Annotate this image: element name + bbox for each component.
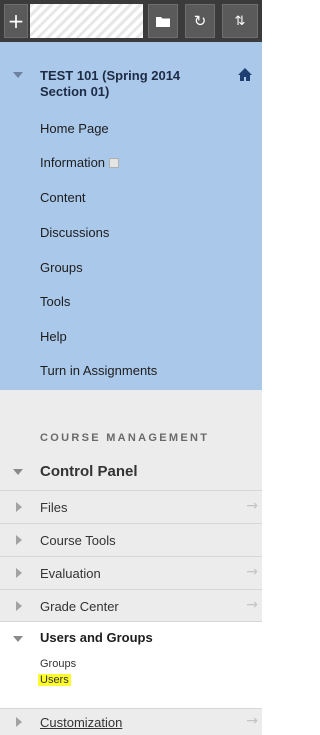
- menu-item-home-page[interactable]: Home Page: [40, 121, 109, 136]
- toolbar-pattern: [30, 4, 143, 38]
- menu-item-information-label: Information: [40, 155, 106, 170]
- home-shape-icon: [238, 68, 252, 81]
- folder-icon: [156, 17, 170, 27]
- control-panel-caret-icon[interactable]: [13, 469, 23, 475]
- collapse-caret-icon[interactable]: [13, 636, 23, 642]
- menu-item-turn-in-assignments[interactable]: Turn in Assignments: [40, 363, 157, 378]
- course-menu-toolbar: + ↻ ⇅: [0, 0, 262, 42]
- expand-caret-icon: [16, 717, 22, 727]
- row-label: Evaluation: [40, 566, 101, 581]
- row-label: Course Tools: [40, 533, 116, 548]
- users-and-groups-title[interactable]: Users and Groups: [40, 630, 153, 645]
- expand-caret-icon: [16, 568, 22, 578]
- row-label: Grade Center: [40, 599, 119, 614]
- arrow-right-icon: →: [246, 713, 258, 729]
- expand-caret-icon: [16, 502, 22, 512]
- home-icon[interactable]: [237, 67, 253, 87]
- refresh-icon: ↻: [193, 12, 207, 30]
- control-panel-title[interactable]: Control Panel: [40, 463, 138, 480]
- expand-caret-icon: [16, 601, 22, 611]
- menu-item-help[interactable]: Help: [40, 329, 67, 344]
- menu-item-tools[interactable]: Tools: [40, 294, 70, 309]
- info-badge-icon: [109, 158, 120, 168]
- refresh-button[interactable]: ↻: [185, 4, 215, 38]
- users-groups-link-groups[interactable]: Groups: [40, 658, 76, 670]
- menu-item-groups[interactable]: Groups: [40, 260, 83, 275]
- add-menu-item-button[interactable]: +: [4, 4, 28, 38]
- menu-item-information[interactable]: Information: [40, 155, 120, 170]
- menu-item-discussions[interactable]: Discussions: [40, 225, 109, 240]
- course-management-heading: COURSE MANAGEMENT: [40, 432, 210, 444]
- course-title[interactable]: TEST 101 (Spring 2014 Section 01): [40, 68, 220, 100]
- plus-icon: +: [7, 9, 25, 33]
- arrow-right-icon: →: [246, 498, 258, 514]
- control-panel-item-evaluation[interactable]: Evaluation →: [0, 556, 262, 589]
- users-and-groups-panel: Users and Groups Groups Users: [0, 621, 262, 708]
- folder-view-button[interactable]: [148, 4, 178, 38]
- row-label: Files: [40, 500, 68, 515]
- users-link-label: Users: [38, 674, 71, 686]
- sort-icon: ⇅: [234, 13, 246, 29]
- collapse-caret-icon[interactable]: [13, 72, 23, 78]
- control-panel-item-files[interactable]: Files →: [0, 490, 262, 523]
- control-panel-item-customization[interactable]: Customization →: [0, 708, 262, 735]
- control-panel-item-grade-center[interactable]: Grade Center →: [0, 589, 262, 622]
- menu-item-content[interactable]: Content: [40, 190, 86, 205]
- row-label: Customization: [40, 715, 123, 730]
- users-groups-link-users[interactable]: Users: [38, 674, 71, 686]
- arrow-right-icon: →: [246, 597, 258, 613]
- reorder-button[interactable]: ⇅: [222, 4, 258, 38]
- expand-caret-icon: [16, 535, 22, 545]
- arrow-right-icon: →: [246, 564, 258, 580]
- control-panel-item-course-tools[interactable]: Course Tools: [0, 523, 262, 556]
